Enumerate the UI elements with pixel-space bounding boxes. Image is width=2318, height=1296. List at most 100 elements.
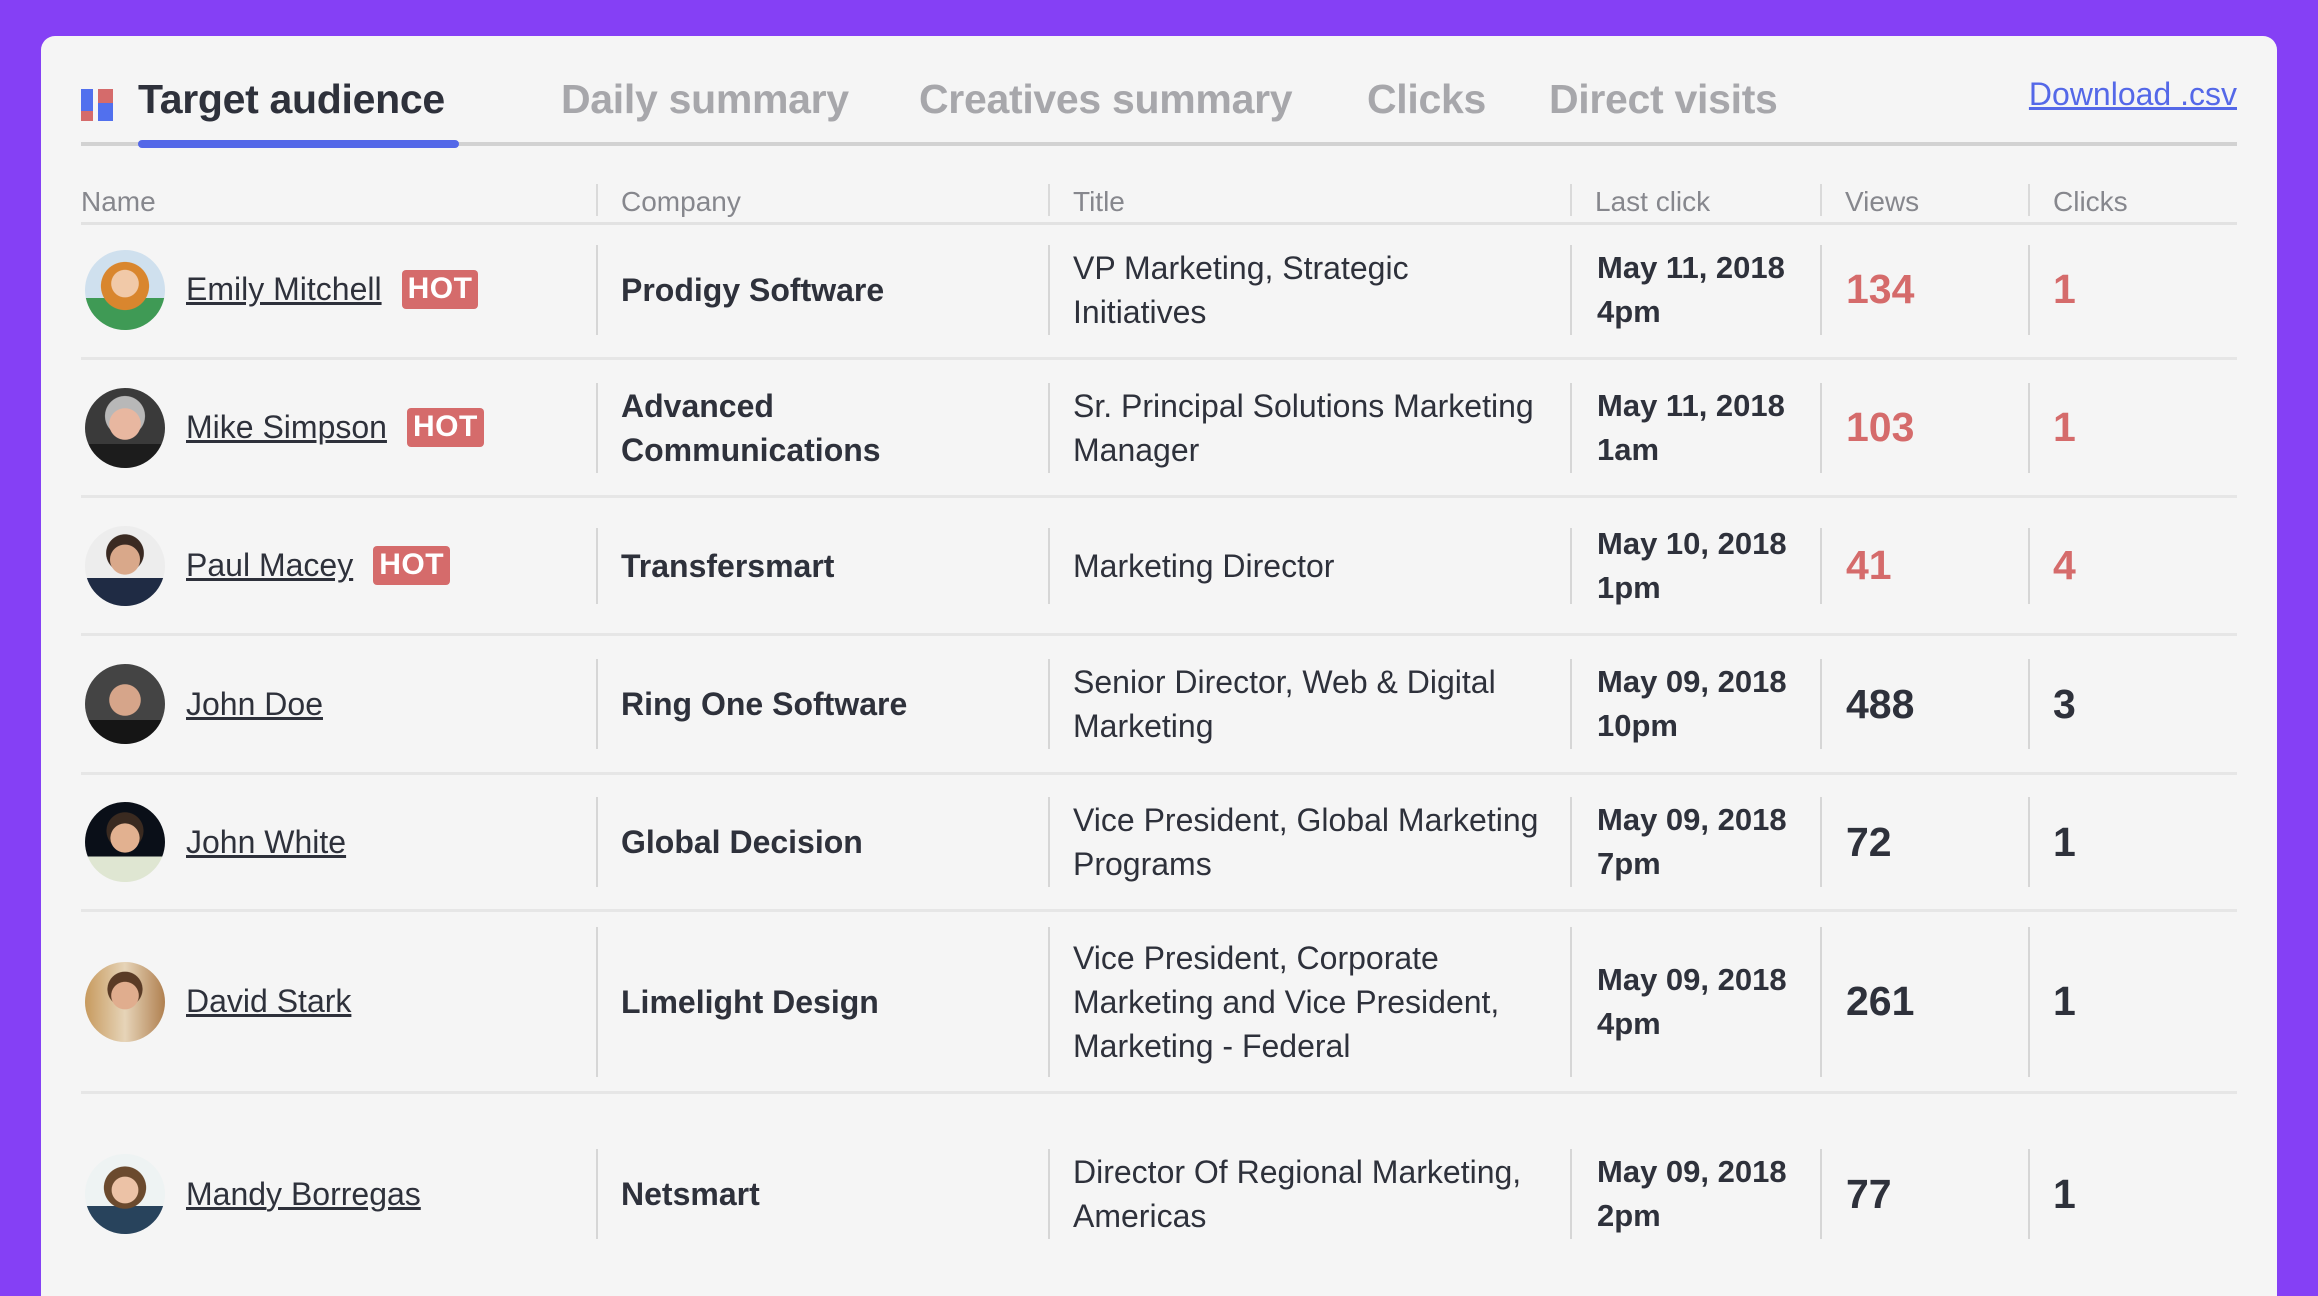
company-cell: Netsmart xyxy=(621,1094,1021,1294)
last-click-date: May 09, 2018 10pm xyxy=(1597,664,1787,743)
column-divider xyxy=(596,926,598,1077)
clicks-count: 3 xyxy=(2053,680,2076,727)
contact-name-link[interactable]: John Doe xyxy=(186,686,323,723)
clicks-count: 1 xyxy=(2053,266,2076,312)
column-divider xyxy=(596,184,598,216)
column-header-last-click[interactable]: Last click xyxy=(1595,186,1710,218)
avatar[interactable] xyxy=(85,802,165,882)
last-click-cell: May 10, 2018 1pm xyxy=(1597,498,1802,633)
column-divider xyxy=(2028,184,2030,216)
table-row[interactable]: Mandy Borregas Netsmart Director Of Regi… xyxy=(81,1094,2237,1294)
tab-clicks[interactable]: Clicks xyxy=(1367,76,1486,123)
last-click-cell: May 09, 2018 10pm xyxy=(1597,636,1802,772)
views-count: 41 xyxy=(1846,542,1892,588)
views-count: 77 xyxy=(1846,1170,1892,1217)
last-click-date: May 10, 2018 1pm xyxy=(1597,525,1787,605)
name-cell: Emily Mitchell HOT xyxy=(81,222,596,357)
column-header-views[interactable]: Views xyxy=(1845,186,1919,218)
column-divider xyxy=(2028,244,2030,335)
column-divider xyxy=(1570,527,1572,604)
clicks-cell: 1 xyxy=(2053,912,2233,1091)
column-divider xyxy=(1048,184,1050,216)
company-name: Global Decision xyxy=(621,824,863,860)
company-name: Transfersmart xyxy=(621,547,835,584)
column-divider xyxy=(1048,244,1050,335)
last-click-date: May 09, 2018 2pm xyxy=(1597,1154,1787,1233)
contact-name-link[interactable]: David Stark xyxy=(186,983,351,1020)
column-divider xyxy=(1570,1149,1572,1239)
contact-name-link[interactable]: Emily Mitchell xyxy=(186,271,382,308)
column-divider xyxy=(1820,797,1822,887)
download-csv-link[interactable]: Download .csv xyxy=(2029,76,2237,113)
table-row[interactable]: David Stark Limelight Design Vice Presid… xyxy=(81,912,2237,1094)
last-click-date: May 09, 2018 7pm xyxy=(1597,802,1787,881)
last-click-date: May 09, 2018 4pm xyxy=(1597,961,1787,1041)
column-header-company[interactable]: Company xyxy=(621,186,741,218)
table-row[interactable]: Paul Macey HOT Transfersmart Marketing D… xyxy=(81,498,2237,636)
column-divider xyxy=(1570,926,1572,1077)
avatar[interactable] xyxy=(85,961,165,1042)
column-divider xyxy=(2028,1149,2030,1239)
column-divider xyxy=(2028,382,2030,473)
column-divider xyxy=(1820,527,1822,604)
hot-badge: HOT xyxy=(401,270,479,309)
job-title: Director Of Regional Marketing, Americas xyxy=(1073,1154,1522,1234)
job-title: Marketing Director xyxy=(1073,547,1335,584)
table-row[interactable]: John Doe Ring One Software Senior Direct… xyxy=(81,636,2237,775)
column-divider xyxy=(2028,659,2030,749)
job-title: Senior Director, Web & Digital Marketing xyxy=(1073,664,1496,744)
column-header-name[interactable]: Name xyxy=(81,186,156,218)
title-cell: Marketing Director xyxy=(1073,498,1543,633)
column-header-title[interactable]: Title xyxy=(1073,186,1125,218)
clicks-count: 1 xyxy=(2053,404,2076,450)
name-cell: Mandy Borregas xyxy=(81,1094,596,1294)
contact-name-link[interactable]: Paul Macey xyxy=(186,547,353,584)
clicks-count: 1 xyxy=(2053,1170,2076,1217)
avatar[interactable] xyxy=(85,1154,165,1234)
name-cell: Paul Macey HOT xyxy=(81,498,596,633)
column-divider xyxy=(1820,382,1822,473)
name-cell: David Stark xyxy=(81,912,596,1091)
column-divider xyxy=(1570,659,1572,749)
contact-name-link[interactable]: Mike Simpson xyxy=(186,409,387,446)
clicks-cell: 1 xyxy=(2053,222,2233,357)
column-divider xyxy=(1048,382,1050,473)
avatar[interactable] xyxy=(85,525,165,606)
column-divider xyxy=(1820,659,1822,749)
job-title: Vice President, Global Marketing Program… xyxy=(1073,802,1539,882)
avatar[interactable] xyxy=(85,664,165,744)
column-divider xyxy=(1048,926,1050,1077)
tab-target-audience[interactable]: Target audience xyxy=(138,76,445,123)
avatar[interactable] xyxy=(85,387,165,468)
contact-name-link[interactable]: John White xyxy=(186,824,346,861)
tab-creatives-summary[interactable]: Creatives summary xyxy=(919,76,1293,123)
job-title: Vice President, Corporate Marketing and … xyxy=(1073,939,1500,1064)
contact-name-link[interactable]: Mandy Borregas xyxy=(186,1176,421,1213)
company-name: Advanced Communications xyxy=(621,387,881,468)
column-divider xyxy=(2028,527,2030,604)
views-cell: 261 xyxy=(1846,912,2016,1091)
column-divider xyxy=(2028,926,2030,1077)
last-click-date: May 11, 2018 4pm xyxy=(1597,249,1785,329)
views-cell: 134 xyxy=(1846,222,2016,357)
table-row[interactable]: Mike Simpson HOT Advanced Communications… xyxy=(81,360,2237,498)
table-header: Name Company Title Last click Views Clic… xyxy=(81,184,2237,225)
tab-daily-summary[interactable]: Daily summary xyxy=(561,76,849,123)
clicks-count: 4 xyxy=(2053,542,2076,588)
column-divider xyxy=(1820,1149,1822,1239)
company-cell: Limelight Design xyxy=(621,912,1021,1091)
views-count: 72 xyxy=(1846,818,1892,865)
views-count: 103 xyxy=(1846,404,1915,450)
name-cell: John Doe xyxy=(81,636,596,772)
avatar[interactable] xyxy=(85,249,165,330)
last-click-date: May 11, 2018 1am xyxy=(1597,387,1785,467)
company-cell: Ring One Software xyxy=(621,636,1021,772)
company-name: Ring One Software xyxy=(621,686,908,722)
table-row[interactable]: Emily Mitchell HOT Prodigy Software VP M… xyxy=(81,222,2237,360)
tab-direct-visits[interactable]: Direct visits xyxy=(1549,76,1778,123)
column-divider xyxy=(1048,797,1050,887)
views-count: 488 xyxy=(1846,680,1915,727)
column-header-clicks[interactable]: Clicks xyxy=(2053,186,2128,218)
table-row[interactable]: John White Global Decision Vice Presiden… xyxy=(81,775,2237,912)
column-divider xyxy=(2028,797,2030,887)
